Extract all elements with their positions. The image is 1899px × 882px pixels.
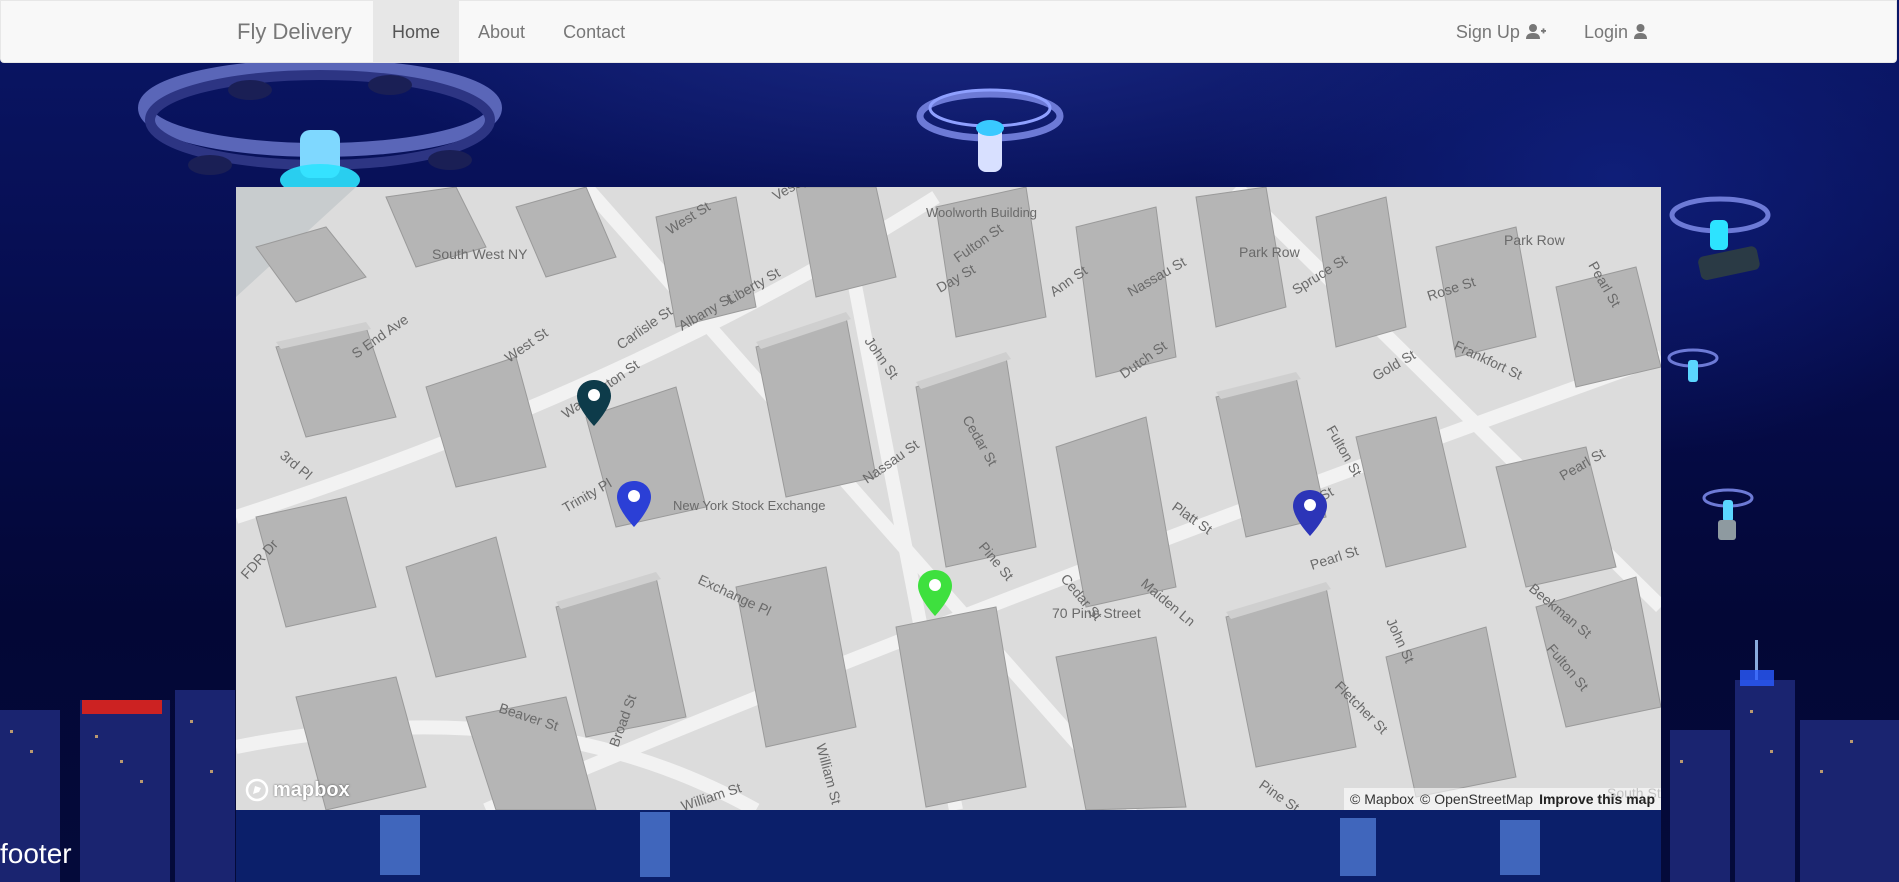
login-label: Login [1583,22,1628,42]
user-plus-icon [1525,24,1546,39]
mapbox-attribution-link[interactable]: © Mapbox [1350,788,1414,810]
signup-link[interactable]: Sign Up [1437,1,1565,63]
brand-logo-link[interactable]: Fly Delivery [237,1,352,63]
top-navbar: Fly Delivery Home About Contact Sign Up … [0,0,1897,63]
map-marker-blue-icon[interactable] [1293,490,1327,536]
login-link[interactable]: Login [1565,1,1666,63]
drone-large-image [138,60,502,196]
drone-medium-image [916,88,1064,172]
nav-links: Home About Contact [373,1,644,63]
map-view[interactable]: Vesey StWoolworth BuildingPark RowWest S… [236,187,1661,810]
footer-text: footer [0,838,72,869]
map-street-label: Woolworth Building [926,205,1037,220]
map-marker-dark-teal-icon[interactable] [577,380,611,426]
nav-auth-links: Sign Up Login [1437,1,1666,63]
improve-map-link[interactable]: Improve this map [1539,788,1655,810]
mapbox-logo-text: mapbox [273,778,350,801]
map-street-label: New York Stock Exchange [673,498,825,513]
map-street-label: Park Row [1239,244,1301,260]
map-marker-blue-icon[interactable] [617,481,651,527]
nav-about-link[interactable]: About [459,1,544,63]
map-street-label: 70 Pine Street [1052,605,1141,621]
drone-tiny-image [1667,348,1719,382]
signup-label: Sign Up [1455,22,1520,42]
map-marker-green-icon[interactable] [918,570,952,616]
drone-tiny-image [1702,488,1754,540]
map-attribution: © Mapbox © OpenStreetMap Improve this ma… [1344,788,1661,810]
nav-contact-link[interactable]: Contact [544,1,644,63]
nav-home-link[interactable]: Home [373,1,460,63]
map-street-label: Park Row [1504,232,1566,248]
osm-attribution-link[interactable]: © OpenStreetMap [1420,788,1533,810]
mapbox-logo[interactable]: mapbox [245,778,350,802]
mapbox-logo-icon [245,778,269,802]
drone-small-image [1669,196,1771,281]
map-street-label: South West NY [432,246,528,262]
user-icon [1634,24,1647,39]
map-3d-buildings[interactable]: Vesey StWoolworth BuildingPark RowWest S… [236,187,1661,810]
